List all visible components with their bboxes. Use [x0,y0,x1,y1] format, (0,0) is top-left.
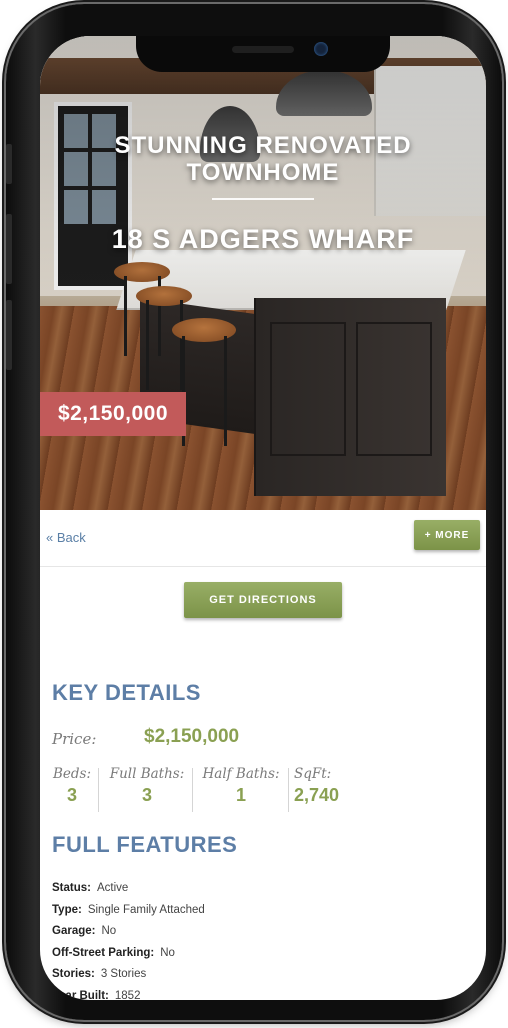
camera-icon [314,42,328,56]
stat-divider [98,768,99,812]
features-list: Status: Active Type: Single Family Attache… [52,878,472,1000]
price-value: $2,150,000 [144,726,240,747]
phone-screen: STUNNING RENOVATED TOWNHOME 18 S ADGERS … [40,36,486,1000]
stat-label: Half Baths: [202,766,280,782]
feature-key: Stories: [52,968,95,980]
volume-down-button [6,300,12,370]
speaker-grille [232,46,294,53]
page: STUNNING RENOVATED TOWNHOME 18 S ADGERS … [0,0,508,1028]
price-row: Price: $2,150,000 [52,726,472,752]
stat-label: Beds: [52,766,92,782]
volume-up-button [6,214,12,284]
stat-value: 3 [141,785,152,805]
key-details-heading: KEY DETAILS [52,680,201,705]
more-button[interactable]: + MORE [414,520,480,550]
full-features-heading: FULL FEATURES [52,832,238,857]
stat-value: 3 [66,785,77,805]
price-label: Price: [52,730,97,748]
feature-key: Status: [52,882,91,894]
stat-half-baths: Half Baths: 1 [198,766,284,812]
hero-image: STUNNING RENOVATED TOWNHOME 18 S ADGERS … [40,36,486,510]
feature-row: Type: Single Family Attached [52,900,472,922]
price-tag: $2,150,000 [40,392,186,436]
feature-row: Status: Active [52,878,472,900]
stat-full-baths: Full Baths: 3 [104,766,190,812]
stat-value: 1 [235,785,246,805]
listing-address: 18 S ADGERS WHARF [111,224,415,254]
feature-key: Garage: [52,925,96,937]
feature-key: Year Built: [52,989,109,1001]
feature-value: No [101,925,117,937]
feature-key: Off-Street Parking: [52,946,155,959]
feature-value: Single Family Attached [87,903,205,916]
stat-label: Full Baths: [109,766,185,782]
get-directions-button[interactable]: GET DIRECTIONS [184,582,342,618]
stat-value: 2,740 [294,785,340,805]
stat-divider [192,768,193,812]
headline-divider [212,198,314,200]
feature-row: Garage: No [52,921,472,943]
feature-row: Stories: 3 Stories [52,964,472,986]
stat-divider [288,768,289,812]
feature-value: 3 Stories [100,968,147,980]
feature-value: No [160,946,175,959]
mute-switch [6,144,12,184]
stat-label: SqFt: [294,766,332,782]
feature-row: Off-Street Parking: No [52,943,472,965]
feature-key: Type: [52,903,82,916]
phone-notch [136,36,390,72]
feature-value: Active [96,882,129,894]
stat-beds: Beds: 3 [50,766,94,812]
feature-row: Year Built: 1852 [52,986,472,1001]
listing-nav-bar: « Back + MORE [40,510,486,567]
key-stats: Beds: 3 Full Baths: 3 Half Baths: 1 SqFt… [50,766,480,816]
listing-headline: STUNNING RENOVATED TOWNHOME [114,132,412,186]
stat-sqft: SqFt: 2,740 [294,766,358,812]
feature-value: 1852 [114,989,141,1001]
back-link[interactable]: « Back [46,530,86,545]
